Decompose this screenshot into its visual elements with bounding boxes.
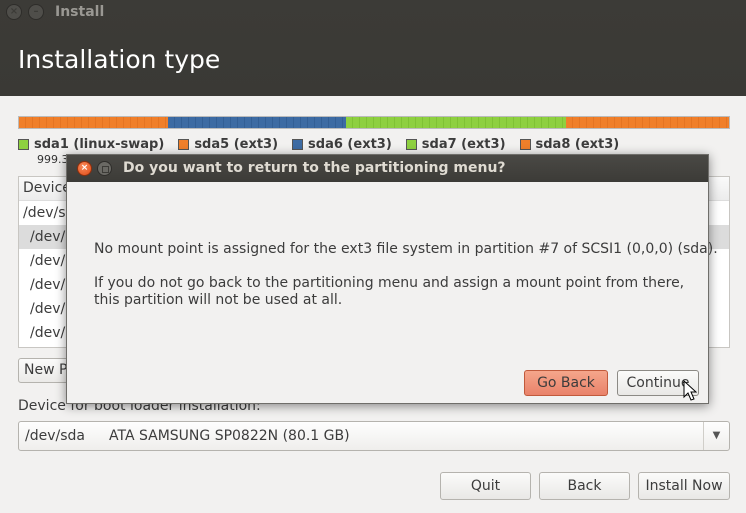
quit-button[interactable]: Quit: [440, 472, 531, 500]
go-back-button[interactable]: Go Back: [524, 370, 608, 396]
window-close-button[interactable]: ×: [6, 4, 22, 20]
boot-device: /dev/sda: [25, 428, 85, 444]
partition-segment-sda7: [345, 117, 566, 128]
install-now-button[interactable]: Install Now: [638, 472, 730, 500]
back-button[interactable]: Back: [539, 472, 630, 500]
legend-label: sda1 (linux-swap): [34, 137, 165, 152]
partition-segment-sda8: [565, 117, 729, 128]
legend-swatch: [405, 139, 417, 150]
partition-segment-sda1: [19, 117, 169, 128]
legend-item: sda5 (ext3): [178, 137, 278, 152]
dialog-title: Do you want to return to the partitionin…: [123, 160, 506, 176]
mouse-pointer-icon: [683, 380, 697, 401]
legend-item: sda6 (ext3): [292, 137, 392, 152]
dropdown-arrow-icon[interactable]: ▼: [703, 422, 729, 450]
legend-item: sda8 (ext3): [519, 137, 620, 152]
window-title: Install: [55, 4, 105, 20]
partition-bar: [18, 116, 730, 129]
dialog-message-secondary: If you do not go back to the partitionin…: [94, 275, 685, 308]
legend-swatch: [292, 139, 304, 150]
return-to-partitioning-dialog: × Do you want to return to the partition…: [66, 154, 718, 404]
legend-label: sda5 (ext3): [194, 137, 279, 152]
legend-item: sda1 (linux-swap): [18, 137, 164, 152]
legend-label: sda7 (ext3): [421, 137, 506, 152]
legend-item: sda7 (ext3): [405, 137, 506, 152]
legend-label: sda6 (ext3): [308, 137, 392, 152]
page-title: Installation type: [18, 45, 221, 74]
legend-swatch: [178, 139, 190, 150]
boot-loader-select[interactable]: /dev/sda ATA SAMSUNG SP0822N (80.1 GB) ▼: [18, 421, 730, 451]
partition-legend: sda1 (linux-swap) sda5 (ext3) sda6 (ext3…: [18, 137, 619, 152]
dialog-minimize-button[interactable]: [97, 161, 112, 176]
legend-label: sda8 (ext3): [535, 137, 620, 152]
legend-size: 999.3: [37, 153, 69, 166]
dialog-close-button[interactable]: ×: [77, 161, 92, 176]
boot-device-description: ATA SAMSUNG SP0822N (80.1 GB): [109, 428, 350, 444]
dialog-titlebar: × Do you want to return to the partition…: [67, 155, 708, 182]
legend-swatch: [18, 139, 29, 150]
legend-swatch: [519, 139, 531, 150]
window-titlebar: × – Install Installation type: [0, 0, 746, 96]
window-minimize-button[interactable]: –: [28, 4, 44, 20]
partition-segment-sda6: [168, 117, 346, 128]
dialog-message-primary: No mount point is assigned for the ext3 …: [94, 241, 718, 257]
